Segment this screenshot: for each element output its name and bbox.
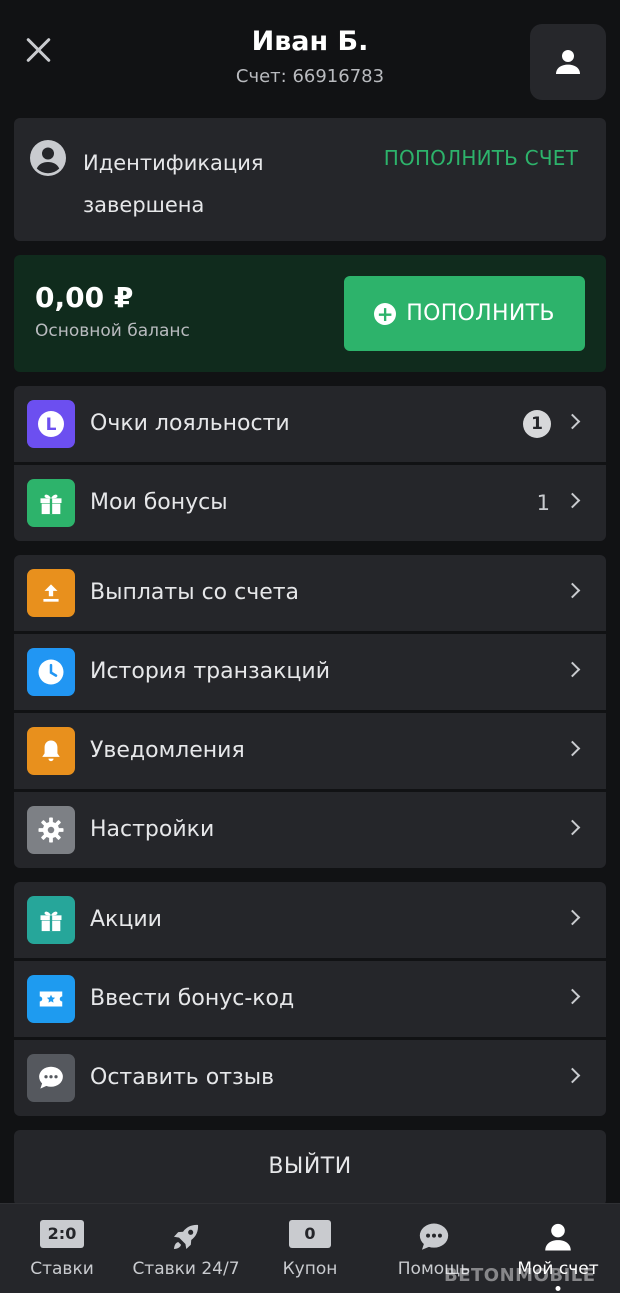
identification-card: Идентификация завершена ПОПОЛНИТЬ СЧЕТ	[14, 118, 606, 241]
chevron-right-icon	[564, 413, 581, 430]
nav-label: Купон	[282, 1259, 338, 1279]
chevron-right-icon	[564, 819, 581, 836]
topup-account-link[interactable]: ПОПОЛНИТЬ СЧЕТ	[384, 146, 578, 170]
chat-bubble-icon	[419, 1223, 449, 1250]
user-circle-icon	[30, 140, 66, 176]
rocket-icon	[173, 1224, 199, 1250]
profile-button[interactable]	[530, 24, 606, 100]
menu-item-label: Ввести бонус-код	[90, 986, 295, 1011]
menu-item-label: Оставить отзыв	[90, 1065, 275, 1090]
loyalty-icon: L	[27, 400, 75, 448]
topup-button-label: ПОПОЛНИТЬ	[406, 301, 555, 326]
user-icon	[545, 1223, 571, 1251]
chat-bubble-icon	[27, 1054, 75, 1102]
identification-line1: Идентификация	[83, 151, 264, 175]
chevron-right-icon	[564, 740, 581, 757]
menu-item-notifications[interactable]: Уведомления	[14, 713, 606, 789]
chevron-right-icon	[564, 1067, 581, 1084]
user-name: Иван Б.	[251, 26, 369, 57]
balance-label: Основной баланс	[35, 321, 190, 341]
bonus-count: 1	[536, 491, 550, 515]
gift-icon	[27, 479, 75, 527]
plus-circle-icon: +	[374, 302, 397, 325]
loyalty-badge: 1	[523, 410, 551, 438]
menu-item-label: Выплаты со счета	[90, 580, 300, 605]
menu-item-bonuses[interactable]: Мои бонусы 1	[14, 465, 606, 541]
nav-label: Ставки 24/7	[132, 1259, 240, 1279]
identification-status: Идентификация завершена	[83, 142, 303, 226]
menu-item-feedback[interactable]: Оставить отзыв	[14, 1040, 606, 1116]
menu-item-label: Настройки	[90, 817, 215, 842]
clock-icon	[27, 648, 75, 696]
chevron-right-icon	[564, 909, 581, 926]
menu-item-label: Акции	[90, 907, 162, 932]
menu-item-label: Очки лояльности	[90, 411, 290, 436]
topup-button[interactable]: + ПОПОЛНИТЬ	[344, 276, 585, 351]
chevron-right-icon	[564, 988, 581, 1005]
score-icon: 2:0	[40, 1220, 84, 1248]
bell-icon	[27, 727, 75, 775]
coupon-icon: 0	[289, 1220, 331, 1248]
withdraw-icon	[27, 569, 75, 617]
active-indicator	[555, 1286, 561, 1291]
nav-item-bets-24-7[interactable]: Ставки 24/7	[126, 1204, 246, 1293]
logout-button[interactable]: ВЫЙТИ	[14, 1130, 606, 1206]
menu-item-transaction-history[interactable]: История транзакций	[14, 634, 606, 710]
menu-item-label: Мои бонусы	[90, 490, 228, 515]
balance-amount: 0,00 ₽	[35, 281, 134, 314]
ticket-icon	[27, 975, 75, 1023]
nav-label: Ставки	[30, 1259, 94, 1279]
watermark-logo: BETONMOBILE	[444, 1265, 596, 1286]
menu-item-withdrawals[interactable]: Выплаты со счета	[14, 555, 606, 631]
menu-item-loyalty[interactable]: L Очки лояльности 1	[14, 386, 606, 462]
chevron-right-icon	[564, 582, 581, 599]
nav-item-bets[interactable]: 2:0 Ставки	[14, 1204, 110, 1293]
chevron-right-icon	[564, 661, 581, 678]
identification-line2: завершена	[83, 193, 205, 217]
svg-text:L: L	[46, 415, 57, 435]
menu-item-label: История транзакций	[90, 659, 331, 684]
menu-item-label: Уведомления	[90, 738, 245, 763]
user-icon	[556, 50, 580, 74]
chevron-right-icon	[564, 492, 581, 509]
menu-item-bonus-code[interactable]: Ввести бонус-код	[14, 961, 606, 1037]
header: Иван Б. Счет: 66916783	[0, 0, 620, 110]
gift-icon	[27, 896, 75, 944]
nav-item-coupon[interactable]: 0 Купон	[262, 1204, 358, 1293]
balance-card: 0,00 ₽ Основной баланс + ПОПОЛНИТЬ	[14, 255, 606, 372]
menu-item-promotions[interactable]: Акции	[14, 882, 606, 958]
account-number: Счет: 66916783	[235, 66, 385, 87]
menu-item-settings[interactable]: Настройки	[14, 792, 606, 868]
gear-icon	[27, 806, 75, 854]
